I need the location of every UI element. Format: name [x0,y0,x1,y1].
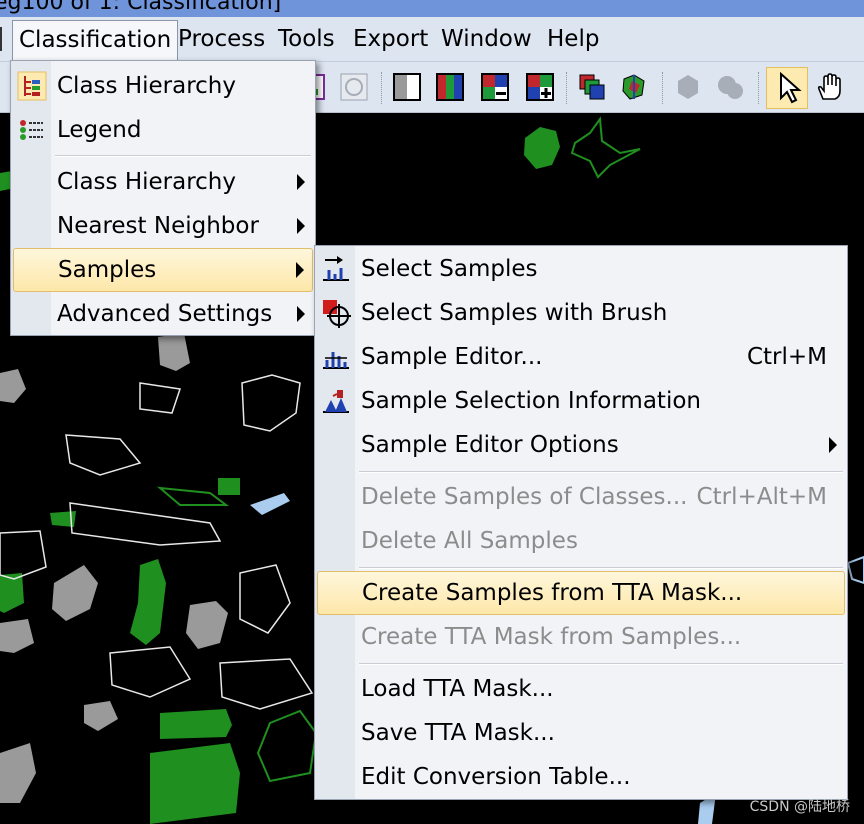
sample-info-icon [323,390,349,413]
menu-help[interactable]: Help [547,22,599,56]
map-water-region [846,555,864,585]
view-layer-rgb-icon[interactable] [436,73,464,101]
map-green-outline [570,116,641,179]
map-gray-region [52,565,98,621]
menu-item-sample-editor-options[interactable]: Sample Editor Options [317,424,845,466]
menu-bar: Classification Process Tools Export Wind… [0,17,864,62]
legend-icon [20,120,43,140]
map-white-outline [0,530,47,580]
select-samples-icon [323,256,349,281]
toolbar-separator [758,72,761,104]
menu-process[interactable]: Process [178,22,265,56]
menu-export[interactable]: Export [353,22,428,56]
submenu-arrow-icon [297,306,305,322]
menu-separator [359,663,843,665]
menu-item-edit-conversion-table[interactable]: Edit Conversion Table... [317,756,845,798]
map-white-outline [65,434,142,476]
menu-item-samples[interactable]: Samples [13,248,313,292]
menu-item-class-hierarchy-window[interactable]: Class Hierarchy [13,65,313,107]
window-title: eg100 of 1: Classification] [0,0,282,15]
map-green-region [524,127,560,169]
map-green-region [160,709,232,739]
menu-item-nearest-neighbor[interactable]: Nearest Neighbor [13,205,313,247]
map-gray-region [84,701,118,731]
menu-item-create-tta-mask-from-samples[interactable]: Create TTA Mask from Samples... [317,616,845,658]
map-gray-region [0,619,34,653]
brush-icon [323,300,351,328]
map-white-outline [69,502,222,546]
menu-item-create-samples-from-tta-mask[interactable]: Create Samples from TTA Mask... [317,571,845,615]
view-mixed-minus-icon[interactable] [481,73,509,101]
menu-item-sample-selection-information[interactable]: Sample Selection Information [317,380,845,422]
map-water-region [250,493,290,515]
menu-bar-gripper [0,27,6,51]
submenu-arrow-icon [297,218,305,234]
menu-classification[interactable]: Classification [12,20,179,61]
map-green-region [218,478,240,495]
menu-item-advanced-settings[interactable]: Advanced Settings [13,293,313,335]
map-green-outline [256,709,318,783]
map-gray-region [186,601,228,649]
segmentation-icon[interactable] [620,73,648,101]
cursor-select-icon[interactable] [766,67,808,109]
toolbar-separator [381,72,384,104]
menu-window[interactable]: Window [441,22,532,56]
menu-item-class-hierarchy-submenu[interactable]: Class Hierarchy [13,161,313,203]
menu-item-save-tta-mask[interactable]: Save TTA Mask... [317,712,845,754]
map-gray-region [158,333,190,371]
map-white-outline [239,564,291,634]
class-hierarchy-icon [17,71,47,101]
layers-overlay-icon[interactable] [578,73,606,101]
map-green-region [130,559,166,645]
toolbar-separator [662,72,665,104]
menu-item-load-tta-mask[interactable]: Load TTA Mask... [317,668,845,710]
sample-editor-icon [323,352,349,369]
menu-item-select-samples[interactable]: Select Samples [317,248,845,290]
map-white-outline [139,382,181,414]
menu-item-delete-all-samples[interactable]: Delete All Samples [317,520,845,562]
pan-hand-icon[interactable] [815,73,843,101]
merge-disabled-icon [718,76,743,99]
toolbar-disabled-image-icon [340,73,368,101]
menu-separator [359,567,843,569]
submenu-arrow-icon [297,174,305,190]
map-white-outline [219,658,314,710]
toolbar-separator [566,72,569,104]
submenu-arrow-icon [296,262,304,278]
menu-separator [55,155,311,157]
map-gray-region [0,743,36,803]
polygon-disabled-icon [678,75,698,99]
samples-submenu: Select Samples Select Samples with Brush… [314,245,848,800]
menu-item-delete-samples-of-classes[interactable]: Delete Samples of Classes... Ctrl+Alt+M [317,476,845,518]
view-mixed-plus-icon[interactable] [526,73,554,101]
classification-menu: Class Hierarchy Legend Class Hierarchy N… [10,60,316,336]
map-white-outline [241,374,301,432]
menu-item-legend[interactable]: Legend [13,109,313,151]
view-layer-gray-icon[interactable] [393,73,421,101]
map-gray-region [0,369,26,403]
menu-separator [359,471,843,473]
map-green-region [150,743,240,824]
map-green-outline [156,486,229,506]
menu-tools[interactable]: Tools [278,22,335,56]
menu-item-select-samples-brush[interactable]: Select Samples with Brush [317,292,845,334]
submenu-arrow-icon [829,437,837,453]
watermark: CSDN @陆地桥 [749,799,850,815]
window-title-bar: eg100 of 1: Classification] [0,0,864,17]
menu-item-sample-editor[interactable]: Sample Editor... Ctrl+M [317,336,845,378]
map-white-outline [109,646,192,698]
